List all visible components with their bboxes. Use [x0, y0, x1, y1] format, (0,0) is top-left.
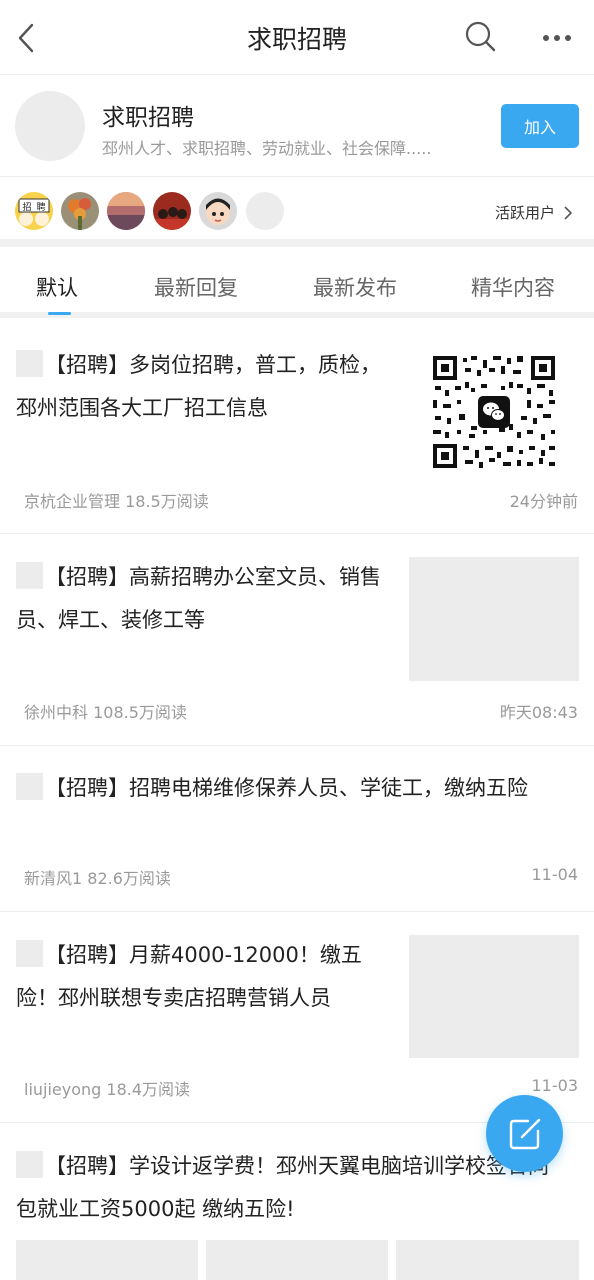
post-type-icon [16, 1151, 43, 1178]
post-meta: 新清风1 82.6万阅读 [24, 865, 171, 889]
post-meta: 京杭企业管理 18.5万阅读 [24, 488, 209, 512]
search-icon [465, 21, 496, 52]
post-type-icon [16, 773, 43, 800]
edit-icon [509, 1118, 540, 1149]
group-avatar [15, 91, 85, 161]
tab-bar: 默认 最新回复 最新发布 精华内容 [0, 255, 594, 318]
avatar[interactable] [107, 192, 145, 230]
post-time: 11-04 [531, 865, 579, 884]
active-users-label: 活跃用户 [494, 204, 555, 222]
post-author: liujieyong [24, 1080, 102, 1099]
post-thumbnail [206, 1240, 388, 1280]
post-thumbnail [409, 557, 579, 681]
avatar[interactable] [199, 192, 237, 230]
post-time: 11-03 [531, 1076, 579, 1095]
post-meta: 徐州中科 108.5万阅读 [24, 699, 187, 723]
top-bar: 求职招聘 [0, 0, 594, 75]
post-title: 【招聘】多岗位招聘，普工，质检，邳州范围各大工厂招工信息 [16, 344, 386, 430]
post-title: 【招聘】学设计返学费！邳州天翼电脑培训学校签合同包就业工资5000起 缴纳五险! [16, 1145, 566, 1231]
list-item[interactable]: 【招聘】招聘电梯维修保养人员、学徒工，缴纳五险 新清风1 82.6万阅读 11-… [0, 746, 594, 912]
group-description: 邳州人才、求职招聘、劳动就业、社会保障..... [102, 139, 432, 158]
post-thumbnail [16, 1240, 198, 1280]
post-title: 【招聘】招聘电梯维修保养人员、学徒工，缴纳五险 [16, 767, 566, 810]
post-time: 24分钟前 [509, 492, 578, 511]
qr-code-image [431, 354, 557, 470]
post-reads: 108.5万阅读 [93, 703, 187, 722]
post-reads: 18.5万阅读 [125, 492, 209, 511]
avatar[interactable] [153, 192, 191, 230]
compose-button[interactable] [486, 1095, 563, 1172]
search-button[interactable] [462, 18, 500, 56]
tab-indicator [48, 312, 71, 315]
active-users-row: 招 聘 活跃用户 [0, 177, 594, 247]
list-item[interactable]: 【招聘】多岗位招聘，普工，质检，邳州范围各大工厂招工信息 京杭企业管理 18.5… [0, 324, 594, 534]
group-name: 求职招聘 [102, 105, 194, 131]
tab-latest-reply[interactable]: 最新回复 [154, 272, 238, 302]
post-title: 【招聘】月薪4000-12000！缴五险！邳州联想专卖店招聘营销人员 [16, 934, 398, 1020]
post-author: 徐州中科 [24, 703, 89, 722]
post-thumbnail [396, 1240, 579, 1280]
post-type-icon [16, 350, 43, 377]
more-icon [543, 35, 571, 41]
recruit-badge-left: 招 [22, 201, 31, 213]
page-title: 求职招聘 [246, 25, 347, 54]
list-item[interactable]: 【招聘】高薪招聘办公室文员、销售员、焊工、装修工等 徐州中科 108.5万阅读 … [0, 534, 594, 746]
post-title: 【招聘】高薪招聘办公室文员、销售员、焊工、装修工等 [16, 556, 386, 642]
tab-latest-post[interactable]: 最新发布 [313, 272, 397, 302]
avatar[interactable] [61, 192, 99, 230]
more-button[interactable] [538, 24, 576, 52]
post-reads: 18.4万阅读 [106, 1080, 191, 1099]
post-thumbnail [409, 935, 579, 1058]
avatar[interactable] [246, 192, 284, 230]
post-author: 京杭企业管理 [24, 492, 121, 511]
post-type-icon [16, 940, 43, 967]
recruit-badge-right: 聘 [36, 201, 45, 213]
active-users-link[interactable]: 活跃用户 [495, 202, 572, 223]
chevron-right-icon [564, 205, 572, 220]
post-author: 新清风1 [24, 869, 83, 888]
post-type-icon [16, 562, 43, 589]
tab-featured[interactable]: 精华内容 [471, 272, 555, 302]
post-reads: 82.6万阅读 [87, 869, 171, 888]
avatar[interactable]: 招 聘 [15, 192, 53, 230]
join-button[interactable]: 加入 [501, 104, 579, 148]
post-meta: liujieyong 18.4万阅读 [24, 1076, 190, 1100]
list-item[interactable]: 【招聘】月薪4000-12000！缴五险！邳州联想专卖店招聘营销人员 liuji… [0, 912, 594, 1123]
tab-default[interactable]: 默认 [36, 272, 78, 302]
post-time: 昨天08:43 [499, 703, 578, 722]
